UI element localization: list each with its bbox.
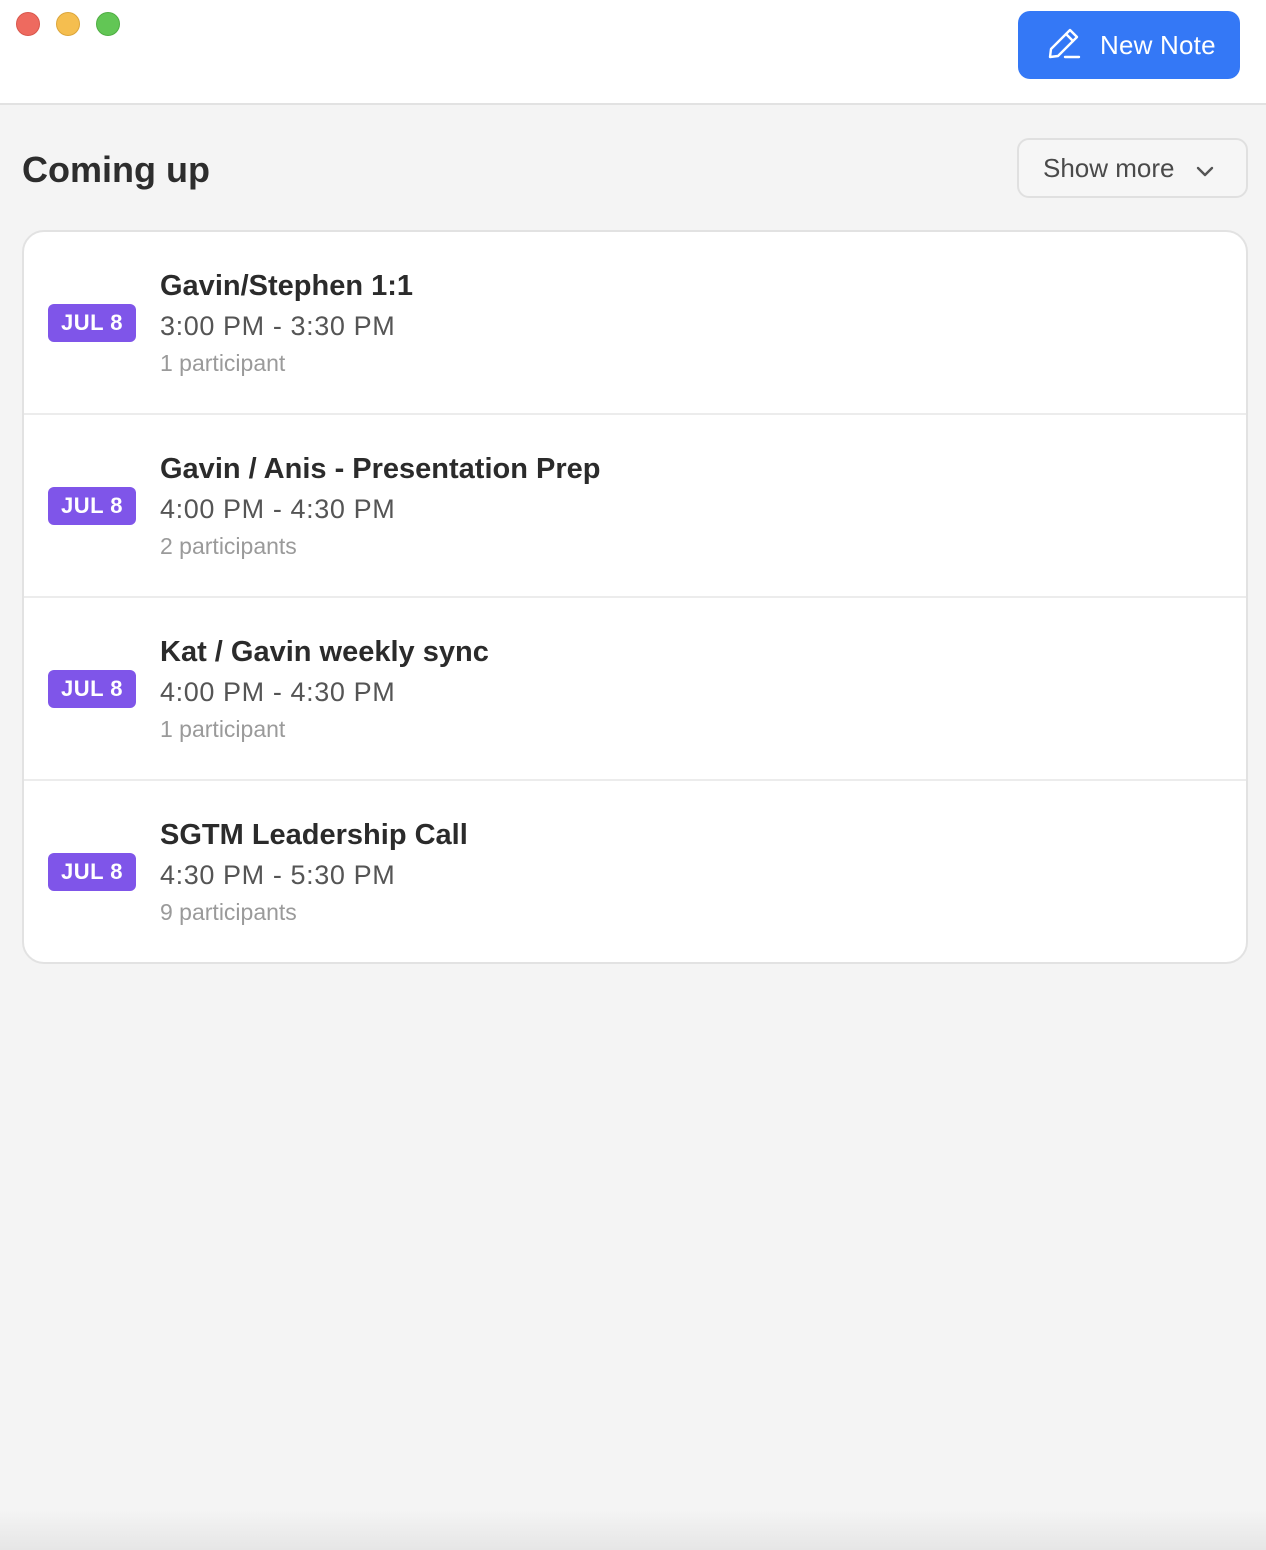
pencil-icon bbox=[1046, 25, 1082, 66]
event-time: 4:00 PM - 4:30 PM bbox=[160, 677, 396, 707]
event-item[interactable]: JUL 8 SGTM Leadership Call 4:30 PM - 5:3… bbox=[24, 781, 1246, 962]
event-time: 4:30 PM - 5:30 PM bbox=[160, 860, 396, 890]
events-list: JUL 8 Gavin/Stephen 1:1 3:00 PM - 3:30 P… bbox=[22, 230, 1248, 964]
date-badge: JUL 8 bbox=[48, 670, 136, 708]
show-more-button[interactable]: Show more bbox=[1017, 138, 1248, 198]
event-time: 4:00 PM - 4:30 PM bbox=[160, 494, 396, 524]
bottom-shadow bbox=[0, 1510, 1266, 1550]
new-note-label: New Note bbox=[1100, 29, 1216, 60]
event-title: Gavin/Stephen 1:1 bbox=[160, 270, 414, 302]
event-title: SGTM Leadership Call bbox=[160, 819, 468, 851]
event-item[interactable]: JUL 8 Gavin/Stephen 1:1 3:00 PM - 3:30 P… bbox=[24, 232, 1246, 415]
section-title: Coming up bbox=[22, 149, 210, 190]
app-window: New Note Coming up Show more JUL 8 Gavin… bbox=[0, 0, 1266, 1550]
event-participants: 1 participant bbox=[160, 716, 286, 742]
date-badge: JUL 8 bbox=[48, 304, 136, 342]
minimize-window-button[interactable] bbox=[56, 12, 80, 36]
date-badge: JUL 8 bbox=[48, 853, 136, 891]
event-participants: 1 participant bbox=[160, 350, 286, 376]
close-window-button[interactable] bbox=[16, 12, 40, 36]
event-item[interactable]: JUL 8 Kat / Gavin weekly sync 4:00 PM - … bbox=[24, 598, 1246, 781]
event-time: 3:00 PM - 3:30 PM bbox=[160, 311, 396, 341]
event-item[interactable]: JUL 8 Gavin / Anis - Presentation Prep 4… bbox=[24, 415, 1246, 598]
event-participants: 9 participants bbox=[160, 899, 297, 925]
date-badge: JUL 8 bbox=[48, 487, 136, 525]
event-title: Kat / Gavin weekly sync bbox=[160, 636, 489, 668]
maximize-window-button[interactable] bbox=[96, 12, 120, 36]
title-bar: New Note bbox=[0, 0, 1266, 105]
new-note-button[interactable]: New Note bbox=[1018, 11, 1240, 79]
show-more-label: Show more bbox=[1043, 152, 1175, 183]
event-participants: 2 participants bbox=[160, 533, 297, 559]
event-title: Gavin / Anis - Presentation Prep bbox=[160, 453, 601, 485]
